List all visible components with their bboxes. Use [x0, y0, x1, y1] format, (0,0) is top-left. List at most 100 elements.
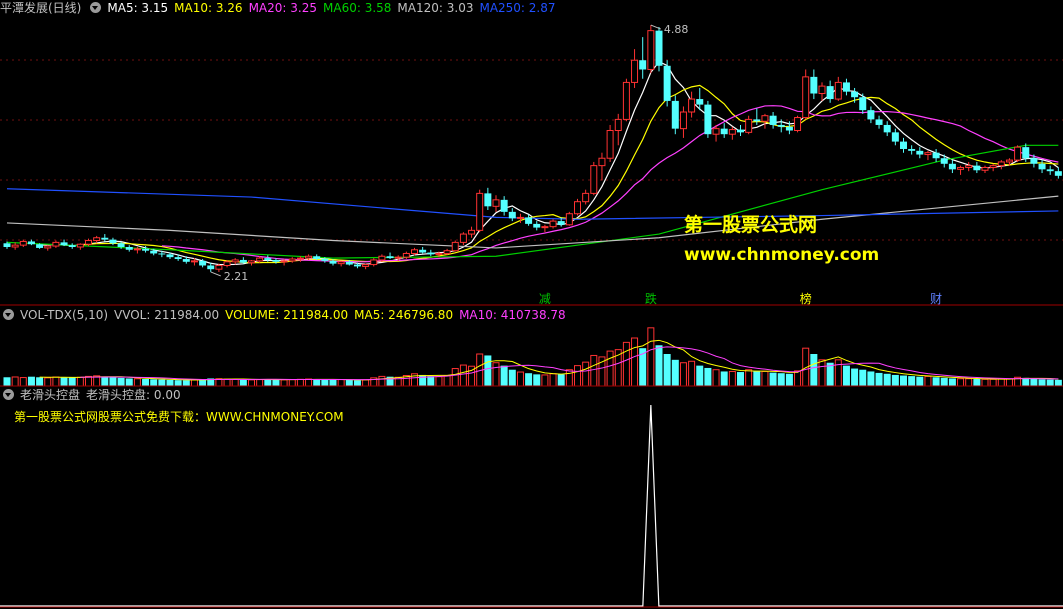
candle-body [688, 98, 696, 113]
main_legend-legend-item: MA120: 3.03 [397, 1, 474, 15]
event-marker[interactable]: 财 [930, 290, 942, 307]
candle-body [777, 124, 785, 127]
volume-bar [622, 341, 630, 387]
volume-bar [688, 360, 696, 387]
candle [989, 163, 997, 172]
volume-bar [19, 377, 27, 387]
dropdown-icon[interactable] [90, 2, 102, 13]
volume-bar [753, 370, 761, 386]
candle [737, 124, 744, 137]
candle [948, 160, 956, 174]
candle-body [818, 85, 826, 95]
candle-body [948, 163, 956, 170]
volume-bar [313, 379, 321, 386]
main_legend-legend-item: MA250: 2.87 [479, 1, 556, 15]
volume-bar [109, 377, 117, 386]
candle-body [199, 260, 207, 266]
volume-bar [60, 377, 68, 386]
candle-body [3, 243, 11, 247]
volume-bar [916, 376, 924, 386]
candle-body [313, 256, 321, 260]
candle-body [248, 260, 255, 264]
candle-body [663, 65, 671, 101]
candle-body [704, 104, 712, 135]
candle [248, 259, 255, 266]
candle-body [997, 161, 1005, 167]
candle-body [362, 264, 370, 267]
candle [924, 150, 932, 161]
stock-title: 平潭发展(日线) [0, 1, 82, 15]
candle-body [565, 213, 573, 226]
candle-body [875, 119, 883, 125]
volume-bar [117, 377, 125, 386]
candle-body [606, 129, 614, 159]
watermark-title: 第一股票公式网 [684, 214, 818, 236]
volume-bar [508, 369, 516, 386]
candle [109, 237, 117, 246]
candle [818, 82, 826, 101]
candle-body [27, 241, 35, 245]
volume-bar [582, 361, 590, 387]
candle [753, 108, 761, 125]
candle-body [582, 192, 590, 203]
candle [606, 124, 614, 162]
candle [704, 100, 712, 138]
candle-body [696, 99, 704, 105]
volume-bar [712, 369, 720, 387]
dropdown-icon[interactable] [3, 389, 14, 400]
candle-body [93, 237, 101, 242]
candle-body [851, 91, 859, 98]
candle-body [794, 117, 802, 131]
candle-body [631, 59, 639, 83]
candle [859, 93, 867, 114]
volume-bar [1054, 379, 1062, 386]
ind_legend-legend-item: 老滑头控盘: 0.00 [86, 388, 181, 402]
candle-body [1022, 147, 1030, 159]
candle-body [745, 118, 753, 133]
volume-bar [166, 379, 174, 386]
candle-body [834, 81, 842, 100]
candle [826, 80, 834, 103]
promo-note: 第一股票公式网股票公式免费下载：WWW.CHNMONEY.COM [14, 410, 344, 424]
candle-body [810, 76, 818, 94]
candle-body [516, 216, 524, 219]
candle-body [386, 256, 394, 259]
candle [973, 161, 981, 174]
volume-bar [533, 374, 541, 386]
volume-bar [272, 379, 280, 386]
dropdown-icon[interactable] [3, 309, 14, 320]
candle [631, 49, 639, 88]
volume-bar [3, 377, 11, 386]
candle-body [557, 221, 565, 225]
candle-body [867, 110, 875, 120]
candle-body [60, 242, 68, 246]
candle [476, 189, 484, 233]
candle [916, 147, 924, 159]
vol_legend-legend-item: MA5: 246796.80 [354, 308, 454, 322]
candle-body [932, 152, 940, 159]
event-marker[interactable]: 减 [539, 290, 551, 307]
candle-body [11, 244, 19, 248]
candle [598, 152, 606, 181]
volume-bar [288, 379, 296, 387]
event-marker[interactable]: 榜 [800, 290, 812, 307]
candle-body [728, 129, 736, 135]
candle [590, 161, 598, 196]
volume-bar [321, 379, 329, 386]
candle-body [826, 86, 834, 100]
candle [794, 115, 802, 133]
ma-line-ma10 [80, 84, 1059, 264]
event-marker[interactable]: 跌 [645, 290, 657, 307]
main_legend-legend-item: MA20: 3.25 [248, 1, 317, 15]
candle-body [19, 240, 27, 246]
candle-body [443, 250, 451, 254]
low-pointer [210, 271, 221, 277]
candle-body [52, 241, 60, 247]
volume-bar [427, 376, 435, 386]
volume-bar [679, 362, 687, 387]
candle-body [614, 118, 622, 131]
volume-bar [11, 376, 19, 387]
volume-bar [44, 377, 52, 387]
price-panel: 4.88 2.21 [0, 23, 1063, 283]
candle-body [44, 245, 52, 249]
